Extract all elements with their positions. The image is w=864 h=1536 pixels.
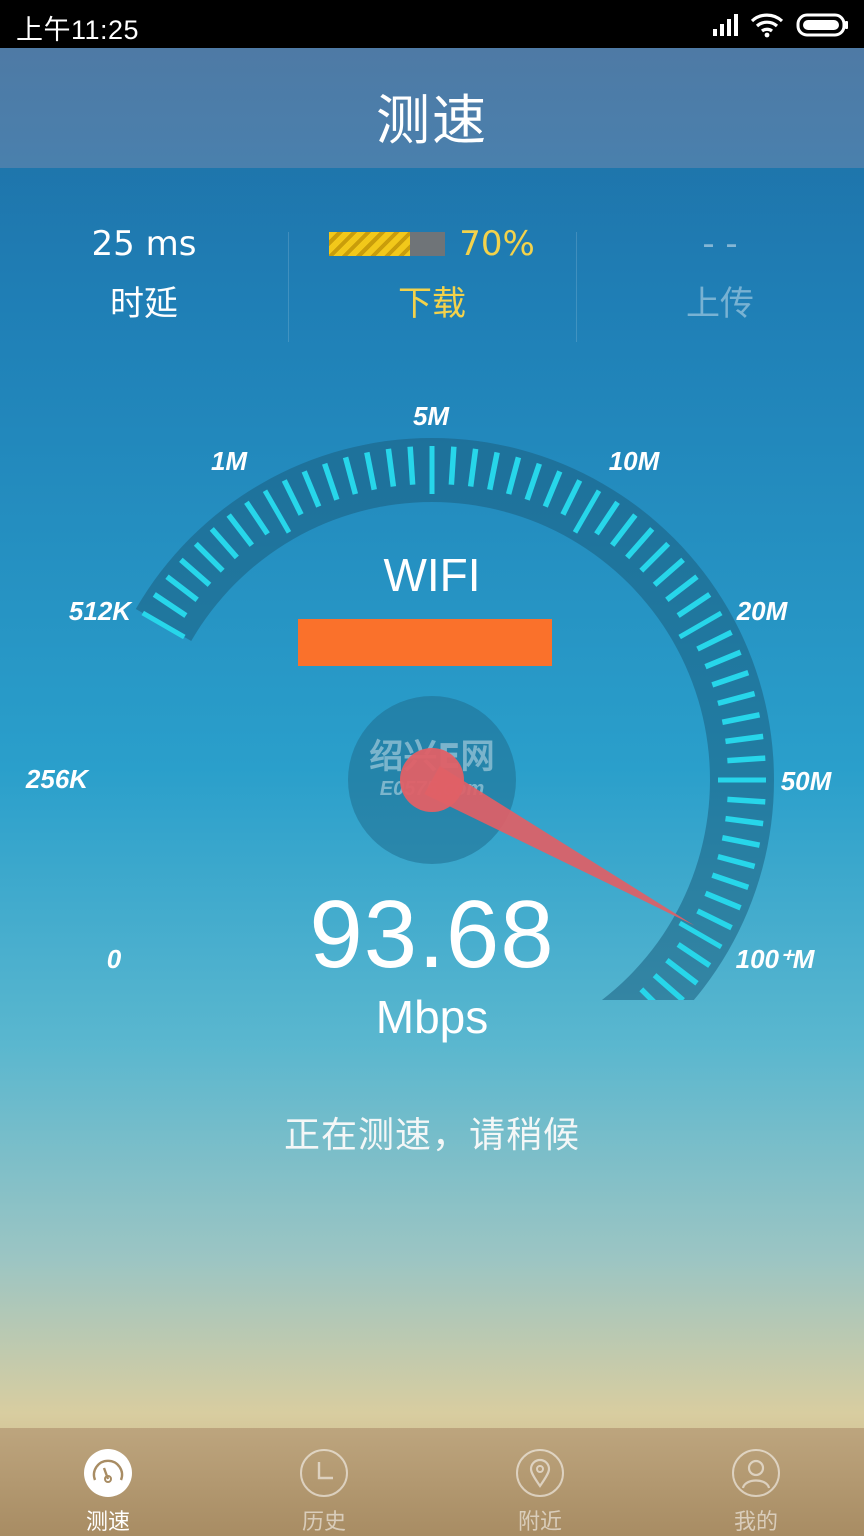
- status-time: 上午11:25: [16, 15, 140, 45]
- tab-nearby[interactable]: 附近: [432, 1428, 648, 1536]
- gauge-scale-label: 256K: [25, 764, 90, 794]
- clock-icon: [300, 1449, 348, 1497]
- network-type: WIFI: [383, 549, 481, 601]
- latency-stat: 25 ms 时延: [0, 220, 288, 325]
- gauge-scale-label: 1M: [211, 446, 248, 476]
- upload-label: 上传: [686, 284, 754, 324]
- tab-label: 测速: [85, 1510, 130, 1535]
- speed-value: 93.68: [309, 881, 555, 988]
- download-label: 下载: [398, 284, 466, 324]
- gauge-tick: [448, 446, 457, 485]
- wifi-icon: [750, 13, 784, 38]
- tab-speedtest[interactable]: 测速: [0, 1428, 216, 1536]
- upload-stat: - - 上传: [576, 220, 864, 325]
- user-icon: [732, 1449, 780, 1497]
- speed-unit: Mbps: [375, 991, 489, 1043]
- download-progress-bar: [329, 232, 446, 256]
- status-message: 正在测速，请稍候: [283, 1115, 580, 1156]
- download-progress-text: 70%: [459, 224, 535, 264]
- location-pin-icon: [516, 1449, 564, 1497]
- latency-label: 时延: [110, 284, 178, 324]
- gauge-scale-label: 5M: [413, 401, 450, 431]
- header: 测速: [0, 48, 864, 168]
- gauge-tick: [407, 446, 416, 485]
- gauge-tick: [727, 796, 766, 805]
- tab-label: 附近: [517, 1510, 562, 1535]
- download-progress: 70%: [288, 220, 576, 268]
- latency-value: 25 ms: [91, 224, 197, 264]
- status-icons: [712, 10, 850, 40]
- tab-history[interactable]: 历史: [216, 1428, 432, 1536]
- page-title: 测速: [376, 89, 488, 152]
- tab-label: 我的: [733, 1510, 778, 1535]
- stats-row: 25 ms 时延 70% 下载 - - 上传: [0, 220, 864, 342]
- download-progress-fill: [329, 232, 411, 256]
- battery-icon: [796, 13, 848, 37]
- gauge-scale-label: 50M: [781, 766, 833, 796]
- speedometer-icon: [84, 1449, 132, 1497]
- gauge-tick: [727, 755, 766, 764]
- upload-value: - -: [702, 224, 738, 264]
- tab-label: 历史: [301, 1510, 346, 1535]
- tab-bar: 测速 历史 附近 我的: [0, 1428, 864, 1536]
- signal-icon: [713, 14, 738, 36]
- network-name-redaction: [298, 619, 552, 666]
- download-stat: 70% 下载: [288, 220, 576, 325]
- tab-mine[interactable]: 我的: [648, 1428, 864, 1536]
- status-bar: 上午11:25: [0, 0, 864, 48]
- gauge-hub-cap: [400, 748, 464, 812]
- gauge-scale-label: 10M: [609, 446, 661, 476]
